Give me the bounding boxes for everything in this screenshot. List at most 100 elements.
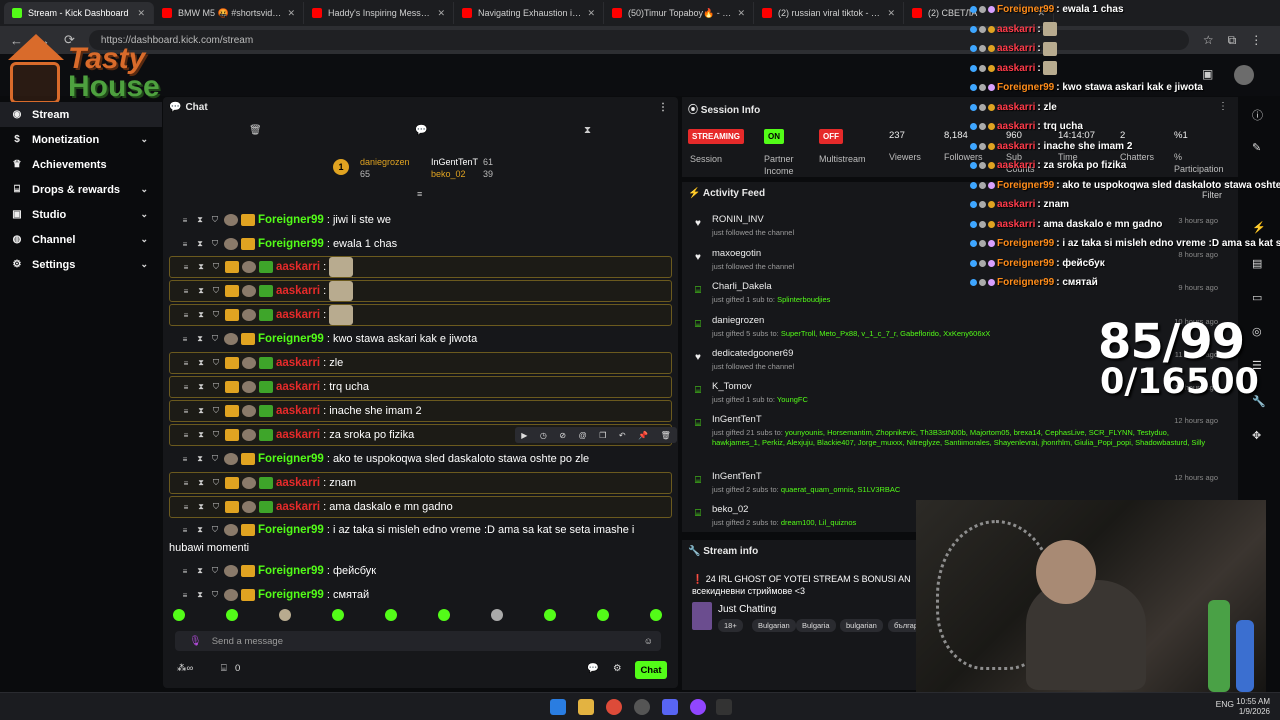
quick-emote-icon[interactable]	[173, 609, 185, 621]
shield-icon[interactable]: ⛉	[210, 502, 222, 512]
pin-icon[interactable]: ≡	[179, 526, 191, 535]
obs-icon[interactable]	[634, 699, 650, 715]
wrench-icon[interactable]: 🔧	[1252, 395, 1266, 408]
file-explorer-icon[interactable]	[578, 699, 594, 715]
system-clock[interactable]: 10:55 AM 1/9/2026	[1236, 697, 1270, 717]
info-icon[interactable]: ⓘ	[1252, 107, 1263, 123]
chat-message[interactable]: ≡ ⧗ ⛉ Foreigner99: jiwi li ste we	[169, 209, 672, 231]
chat-username[interactable]: aaskarri	[276, 405, 320, 417]
pin-icon[interactable]: ≡	[180, 431, 192, 440]
timeout-icon[interactable]: ⧗	[194, 239, 206, 249]
quick-emote-icon[interactable]	[650, 609, 662, 621]
chat-username[interactable]: aaskarri	[276, 261, 320, 273]
browser-tab[interactable]: Navigating Exhaustion in Mode ✕	[454, 2, 604, 24]
chevron-down-icon[interactable]: ⌄	[140, 184, 148, 195]
expand-icon[interactable]: ≡	[417, 189, 422, 199]
browser-tab[interactable]: (50)Timur Topaboy🔥 - оригин ✕	[604, 2, 754, 24]
sidebar-item-achievements[interactable]: ♛ Achievements	[0, 152, 162, 177]
hourglass-icon[interactable]: ⧗	[584, 125, 591, 136]
timeout-icon[interactable]: ⧗	[195, 262, 207, 272]
chat-message[interactable]: ≡ ⧗ ⛉ aaskarri: znam	[169, 472, 672, 494]
activity-username[interactable]: InGentTenT	[712, 414, 762, 425]
activity-username[interactable]: K_Tomov	[712, 381, 752, 392]
browser-tab[interactable]: Haddy's Inspiring Message Aft ✕	[304, 2, 454, 24]
tab-close-icon[interactable]: ✕	[137, 8, 145, 19]
stream-tag[interactable]: bulgarian	[840, 619, 883, 632]
quick-emote-icon[interactable]	[544, 609, 556, 621]
chat-message[interactable]: ≡ ⧗ ⛉ aaskarri: inache she imam 2	[169, 400, 672, 422]
chat-username[interactable]: Foreigner99	[258, 589, 324, 601]
tab-close-icon[interactable]: ✕	[437, 8, 445, 19]
timeout-icon[interactable]: ⧗	[195, 430, 207, 440]
shield-icon[interactable]: ⛉	[209, 334, 221, 344]
bolt-icon[interactable]: ⚡	[1252, 221, 1266, 234]
quick-emote-icon[interactable]	[491, 609, 503, 621]
chat-message[interactable]: ≡ ⧗ ⛉ aaskarri: zle	[169, 352, 672, 374]
sidebar-item-settings[interactable]: ⚙ Settings ⌄	[0, 252, 162, 277]
partner-on-badge[interactable]: ON	[764, 129, 784, 144]
timeout-icon[interactable]: ⧗	[194, 334, 206, 344]
pin-icon[interactable]: ≡	[179, 591, 191, 600]
leader-name-3[interactable]: beko_02	[431, 169, 466, 179]
browser-tab[interactable]: BMW M5 🤬 #shortsvideo ✕	[154, 2, 304, 24]
shield-icon[interactable]: ⛉	[210, 382, 222, 392]
sidebar-item-studio[interactable]: ▣ Studio ⌄	[0, 202, 162, 227]
list-icon[interactable]: ☰	[1252, 359, 1262, 372]
timeout-icon[interactable]: ⧗	[195, 310, 207, 320]
activity-username[interactable]: dedicatedgooner69	[712, 348, 793, 359]
chat-username[interactable]: aaskarri	[276, 357, 320, 369]
quick-emote-icon[interactable]	[332, 609, 344, 621]
chat-username[interactable]: Foreigner99	[258, 238, 324, 250]
shield-icon[interactable]: ⛉	[210, 358, 222, 368]
chevron-down-icon[interactable]: ⌄	[140, 209, 148, 220]
leader-name-2[interactable]: InGentTenT	[431, 157, 478, 167]
pin-icon[interactable]: ≡	[179, 455, 191, 464]
language-indicator[interactable]: ENG	[1216, 699, 1234, 709]
activity-username[interactable]: daniegrozen	[712, 315, 764, 326]
timeout-icon[interactable]: ⧗	[194, 215, 206, 225]
pin-icon[interactable]: ≡	[180, 311, 192, 320]
shield-icon[interactable]: ⛉	[209, 215, 221, 225]
shield-icon[interactable]: ⛉	[209, 566, 221, 576]
gear-icon[interactable]: ⚙	[613, 663, 622, 674]
chat-message[interactable]: ≡ ⧗ ⛉ aaskarri:	[169, 280, 672, 302]
chat-message[interactable]: ≡ ⧗ ⛉ aaskarri: ama daskalo e mn gadno	[169, 496, 672, 518]
reply-icon[interactable]: ↶	[619, 431, 626, 440]
stream-title[interactable]: ❗ 24 IRL GHOST OF YOTEI STREAM S BONUSI …	[692, 574, 922, 585]
chat-message[interactable]: ≡ ⧗ ⛉ Foreigner99: kwo stawa askari kak e j…	[169, 328, 672, 350]
chat-username[interactable]: aaskarri	[276, 429, 320, 441]
pin-icon[interactable]: ≡	[179, 567, 191, 576]
twitch-icon[interactable]	[690, 699, 706, 715]
sidebar-item-drops-rewards[interactable]: ⌸ Drops & rewards ⌄	[0, 177, 162, 202]
chat-menu-icon[interactable]: ⋮	[658, 102, 668, 113]
send-message-input[interactable]: 🎙 Send a message ☺	[175, 631, 661, 651]
chat-message[interactable]: ≡ ⧗ ⛉ Foreigner99: ewala 1 chas	[169, 233, 672, 255]
users-icon[interactable]: ⁂∞	[177, 663, 193, 674]
shield-icon[interactable]: ⛉	[210, 286, 222, 296]
clock-icon[interactable]: ◷	[540, 431, 547, 440]
stream-tag[interactable]: Bulgaria	[796, 619, 836, 632]
activity-username[interactable]: InGentTenT	[712, 471, 762, 482]
windows-start-icon[interactable]	[550, 699, 566, 715]
quick-emote-icon[interactable]	[597, 609, 609, 621]
shield-icon[interactable]: ⛉	[209, 525, 221, 535]
hide-icon[interactable]: ⊘	[559, 431, 566, 440]
shield-icon[interactable]: ⛉	[210, 406, 222, 416]
chat-username[interactable]: aaskarri	[276, 381, 320, 393]
sidebar-item-channel[interactable]: ◍ Channel ⌄	[0, 227, 162, 252]
quick-emote-icon[interactable]	[438, 609, 450, 621]
timeout-icon[interactable]: ⧗	[195, 478, 207, 488]
shield-icon[interactable]: ⛉	[210, 478, 222, 488]
book-icon[interactable]: ▤	[1252, 257, 1262, 270]
chat-bubble-icon[interactable]: 💬	[415, 125, 427, 136]
chat-username[interactable]: Foreigner99	[258, 565, 324, 577]
timeout-icon[interactable]: ⧗	[194, 525, 206, 535]
tab-close-icon[interactable]: ✕	[587, 8, 595, 19]
stream-tag[interactable]: 18+	[718, 619, 743, 632]
trash-icon[interactable]: 🗑	[249, 125, 262, 136]
chat-message[interactable]: ≡ ⧗ ⛉ Foreigner99: фейсбук	[169, 560, 672, 582]
discord-icon[interactable]	[662, 699, 678, 715]
chat-send-button[interactable]: Chat	[635, 661, 667, 679]
shield-icon[interactable]: ⛉	[209, 239, 221, 249]
timeout-icon[interactable]: ⧗	[195, 358, 207, 368]
